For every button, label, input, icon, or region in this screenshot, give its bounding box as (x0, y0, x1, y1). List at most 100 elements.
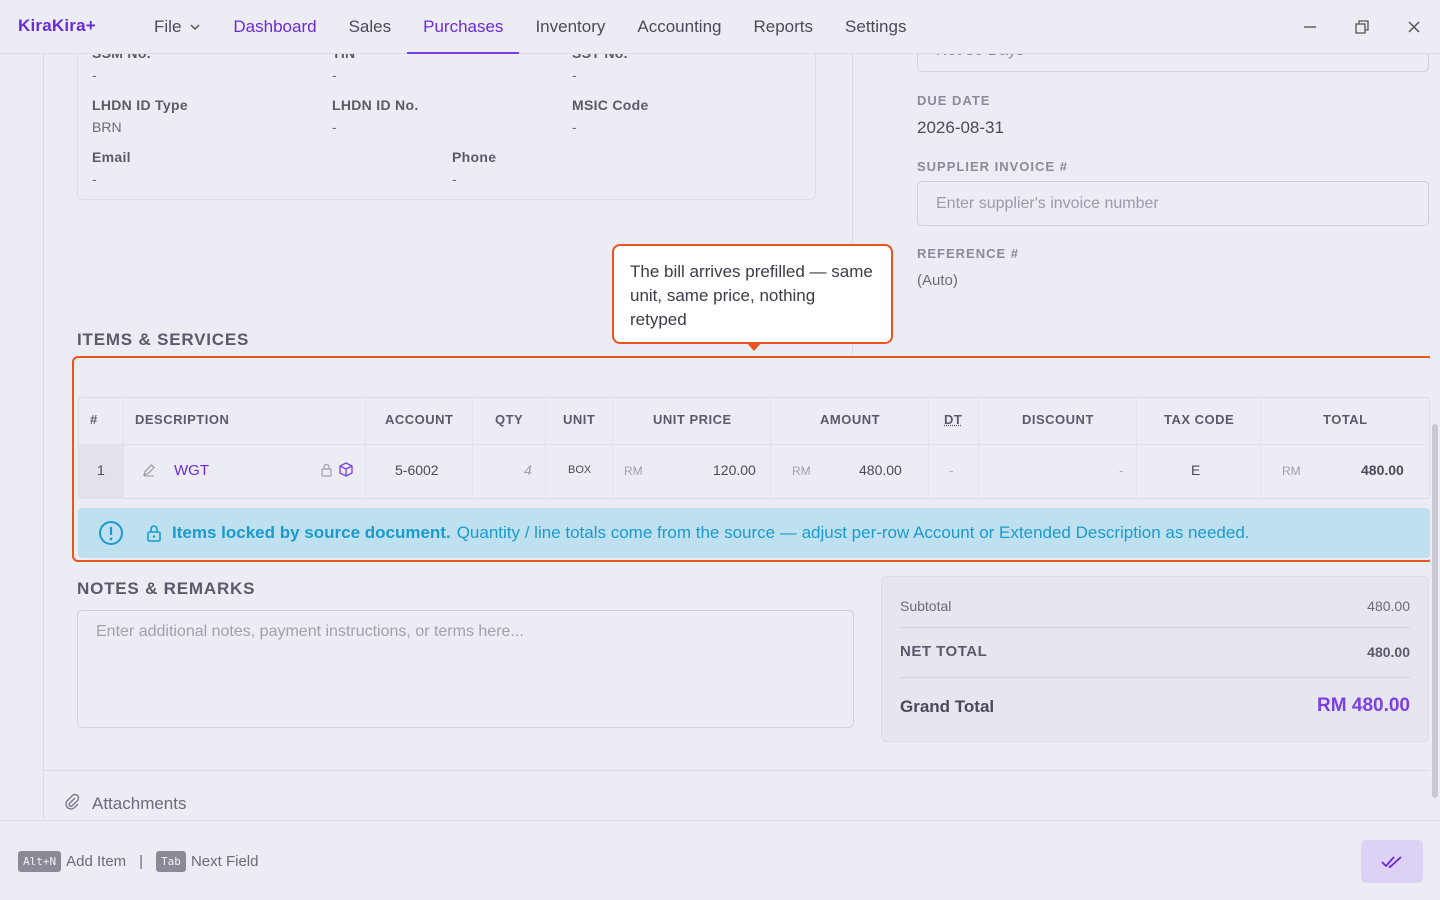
attachments-label: Attachments (92, 794, 187, 813)
reference-value: (Auto) (917, 272, 958, 289)
totals-divider (900, 677, 1410, 678)
minimize-icon (1304, 26, 1316, 28)
msic-label: MSIC Code (572, 97, 649, 113)
col-divider (1136, 398, 1137, 500)
amount-currency: RM (792, 464, 811, 478)
package-icon[interactable] (339, 462, 353, 477)
row-total: 480.00 (1361, 462, 1404, 478)
menu-file-label: File (154, 17, 182, 36)
items-table: # DESCRIPTION ACCOUNT QTY UNIT UNIT PRIC… (78, 397, 1430, 500)
notes-section-title: NOTES & REMARKS (77, 579, 256, 598)
app-logo: KiraKira+ (18, 16, 96, 35)
header-account: ACCOUNT (385, 412, 454, 427)
net-total-value: 480.00 (1367, 644, 1410, 660)
col-divider (612, 398, 613, 500)
minimize-button[interactable] (1297, 14, 1323, 40)
row-qty: 4 (524, 462, 532, 478)
tooltip-arrow (746, 342, 762, 351)
chevron-down-icon (190, 24, 200, 31)
grand-total-value: RM 480.00 (1317, 695, 1410, 716)
totals-panel: Subtotal 480.00 NET TOTAL 480.00 Grand T… (881, 576, 1429, 742)
row-divider (79, 444, 1429, 445)
unit-price-currency: RM (624, 464, 643, 478)
col-divider (1260, 398, 1261, 500)
menu-file[interactable]: File (138, 0, 217, 54)
shortcut-label-next-field: Next Field (190, 853, 259, 870)
row-amount: 480.00 (859, 462, 902, 478)
info-icon (99, 521, 123, 545)
subtotal-value: 480.00 (1367, 598, 1410, 614)
due-date-value: 2026-08-31 (917, 118, 1004, 137)
header-description: DESCRIPTION (135, 412, 230, 427)
locked-banner-text: Quantity / line totals come from the sou… (456, 523, 1250, 542)
restore-button[interactable] (1349, 14, 1375, 40)
nav-dashboard[interactable]: Dashboard (217, 0, 332, 54)
shortcut-key-add-item: Alt+N (18, 851, 62, 872)
footer-bar: Alt+N Add Item | Tab Next Field (0, 820, 1440, 900)
header-qty: QTY (495, 412, 524, 427)
top-bar: KiraKira+ File Dashboard Sales Purchases… (0, 0, 1440, 54)
row-dt: - (949, 462, 954, 478)
header-dt[interactable]: DT (944, 412, 962, 427)
items-locked-banner: Items locked by source document. Quantit… (78, 508, 1430, 558)
total-currency: RM (1282, 464, 1301, 478)
close-button[interactable] (1401, 14, 1427, 40)
header-unit-price: UNIT PRICE (653, 412, 732, 427)
tin-value: - (332, 67, 337, 83)
header-amount: AMOUNT (820, 412, 881, 427)
shortcut-key-next-field: Tab (156, 851, 186, 872)
header-num: # (90, 412, 98, 427)
header-discount: DISCOUNT (1022, 412, 1094, 427)
nav-inventory[interactable]: Inventory (519, 0, 621, 54)
col-divider (365, 398, 366, 500)
items-section-title: ITEMS & SERVICES (77, 330, 250, 349)
double-check-icon (1381, 855, 1402, 868)
col-divider (770, 398, 771, 500)
due-date-label: DUE DATE (917, 93, 991, 108)
nav-purchases[interactable]: Purchases (407, 0, 520, 54)
col-divider (928, 398, 929, 500)
locked-banner-title: Items locked by source document. (172, 523, 451, 542)
nav-accounting[interactable]: Accounting (621, 0, 737, 54)
row-discount: - (1119, 462, 1124, 478)
attachments-section[interactable]: Attachments (44, 770, 1430, 820)
sst-value: - (572, 67, 577, 83)
bill-form: SSM No. - TIN - SST No. - LHDN ID Type B… (44, 30, 1434, 770)
supplier-invoice-input[interactable]: Enter supplier's invoice number (917, 181, 1429, 226)
lock-icon (321, 463, 332, 477)
prefill-tooltip: The bill arrives prefilled — same unit, … (612, 244, 893, 344)
nav-reports[interactable]: Reports (738, 0, 830, 54)
reference-label: REFERENCE # (917, 246, 1020, 261)
shortcut-label-add-item: Add Item (66, 853, 127, 870)
phone-value: - (452, 171, 457, 187)
header-tax-code: TAX CODE (1164, 412, 1235, 427)
edit-icon[interactable] (142, 463, 156, 477)
restore-icon (1355, 20, 1369, 34)
col-divider (978, 398, 979, 500)
col-divider (123, 398, 124, 500)
email-value: - (92, 171, 97, 187)
nav-sales[interactable]: Sales (333, 0, 408, 54)
lock-icon (147, 525, 161, 542)
msic-value: - (572, 119, 577, 135)
totals-divider (900, 627, 1410, 628)
close-icon (1408, 21, 1420, 33)
notes-textarea[interactable]: Enter additional notes, payment instruct… (77, 610, 854, 728)
paperclip-icon (65, 793, 80, 810)
ssm-value: - (92, 67, 97, 83)
lhdn-type-value: BRN (92, 119, 122, 135)
lhdn-no-label: LHDN ID No. (332, 97, 419, 113)
lhdn-type-label: LHDN ID Type (92, 97, 188, 113)
scrollbar-thumb[interactable] (1432, 424, 1438, 798)
phone-label: Phone (452, 149, 497, 165)
shortcut-separator: | (139, 853, 144, 870)
left-rail (0, 54, 44, 820)
row-tax-code[interactable]: E (1191, 462, 1200, 478)
nav-settings[interactable]: Settings (829, 0, 922, 54)
confirm-button[interactable] (1361, 840, 1423, 883)
row-description[interactable]: WGT (174, 462, 209, 479)
row-unit-price: 120.00 (713, 462, 756, 478)
row-account[interactable]: 5-6002 (395, 462, 439, 478)
header-total: TOTAL (1323, 412, 1368, 427)
col-divider (472, 398, 473, 500)
